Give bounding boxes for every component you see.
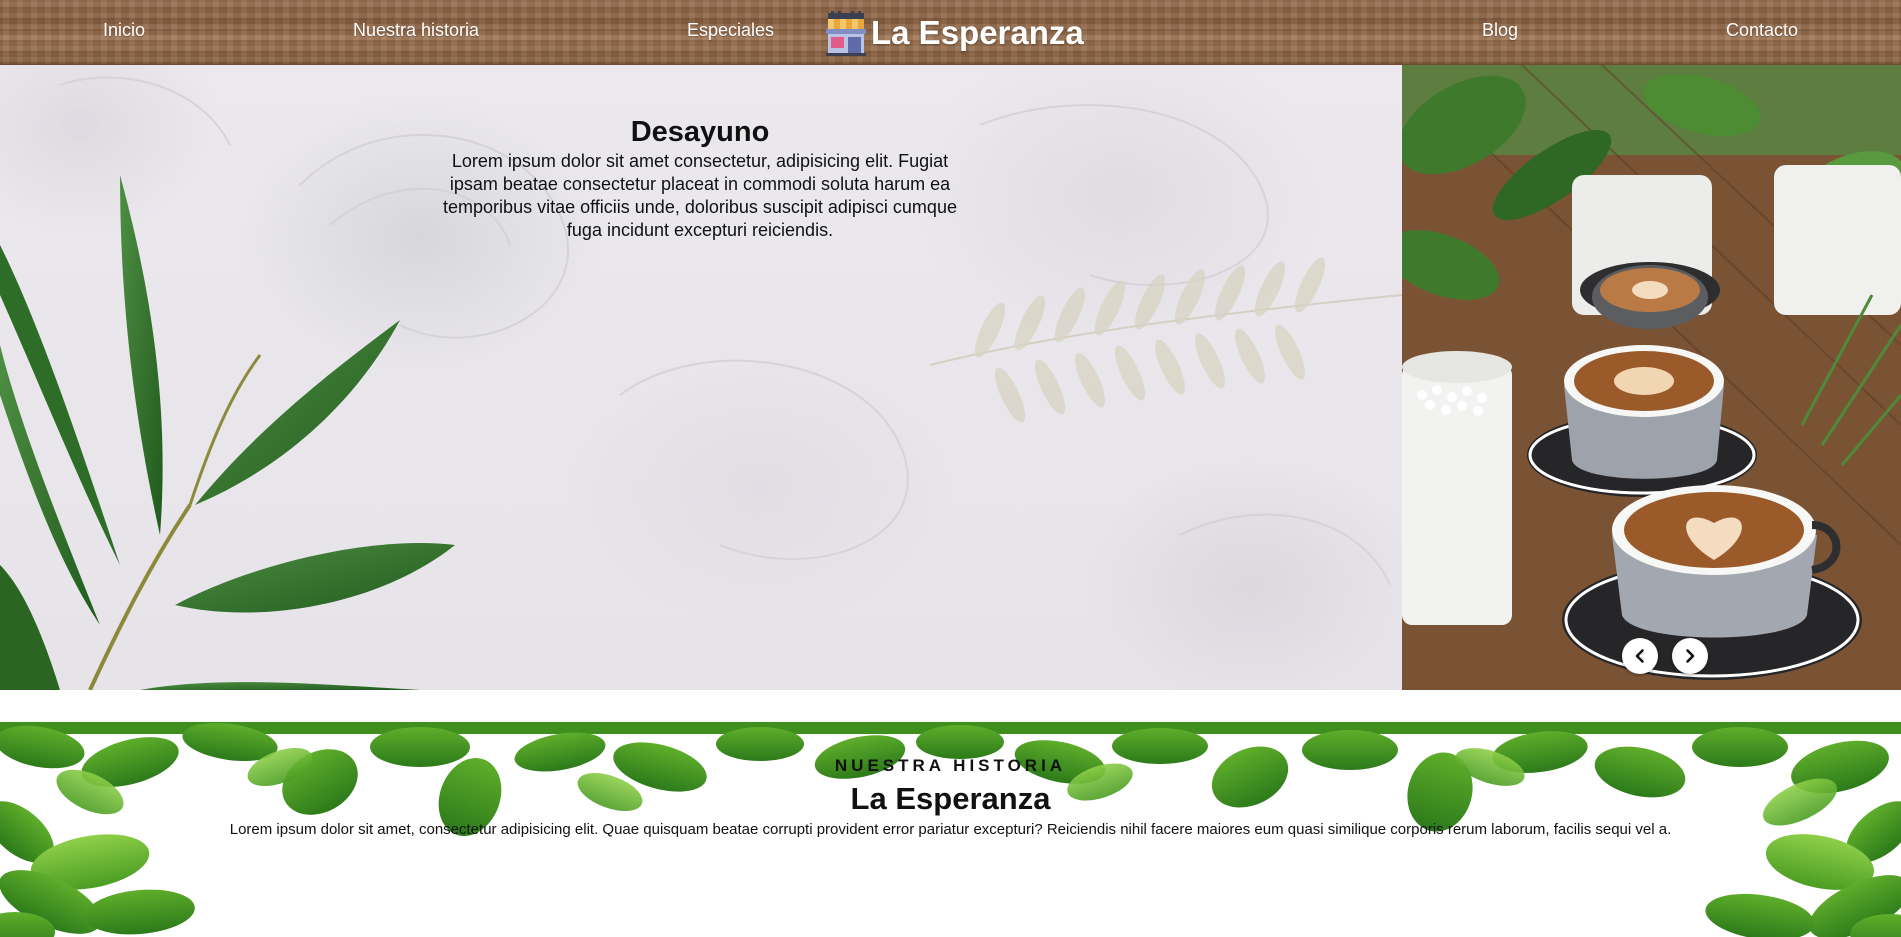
nav-link-contacto[interactable]: Contacto xyxy=(1726,20,1798,41)
brand-home-link[interactable]: La Esperanza xyxy=(823,9,1084,57)
history-eyebrow: NUESTRA HISTORIA xyxy=(834,756,1067,775)
chevron-left-icon xyxy=(1635,649,1644,663)
nav-link-especiales[interactable]: Especiales xyxy=(687,20,774,41)
history-section: NUESTRA HISTORIA La Esperanza Lorem ipsu… xyxy=(0,722,1901,937)
coffee-cups-and-plants-photo xyxy=(1402,65,1901,690)
nav-link-blog[interactable]: Blog xyxy=(1482,20,1518,41)
nav-link-nuestra-historia[interactable]: Nuestra historia xyxy=(353,20,479,41)
carousel-next-button[interactable] xyxy=(1672,638,1708,674)
history-description: Lorem ipsum dolor sit amet, consectetur … xyxy=(229,821,1672,838)
chevron-right-icon xyxy=(1686,649,1695,663)
plant-leaves-decoration xyxy=(0,175,455,690)
hero-description: Lorem ipsum dolor sit amet consectetur, … xyxy=(443,151,957,240)
history-title: La Esperanza xyxy=(0,778,1901,820)
top-navbar: Inicio Nuestra historia Especiales La Es… xyxy=(0,0,1901,65)
history-title-bold: Esperanza xyxy=(895,781,1051,816)
nav-link-inicio[interactable]: Inicio xyxy=(103,20,145,41)
hero-background: Desayuno Lorem ipsum dolor sit amet cons… xyxy=(0,65,1402,690)
carousel-prev-button[interactable] xyxy=(1622,638,1658,674)
brand-name: La Esperanza xyxy=(871,14,1084,51)
hero-caption: Desayuno Lorem ipsum dolor sit amet cons… xyxy=(440,115,960,242)
storefront-icon xyxy=(826,11,866,56)
hero-section: Desayuno Lorem ipsum dolor sit amet cons… xyxy=(0,65,1901,690)
history-title-light: La xyxy=(850,781,887,816)
history-content: NUESTRA HISTORIA La Esperanza Lorem ipsu… xyxy=(0,756,1901,840)
coffee-photo-illustration xyxy=(1402,65,1901,690)
hero-title: Desayuno xyxy=(630,116,770,148)
